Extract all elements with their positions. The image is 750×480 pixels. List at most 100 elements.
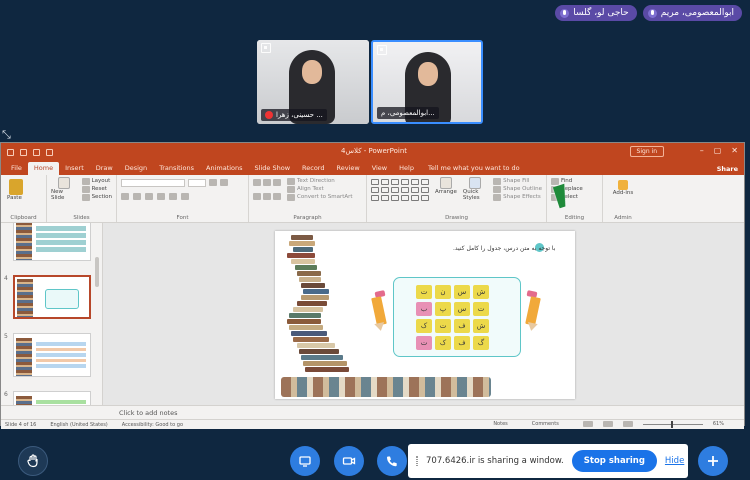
hide-link[interactable]: Hide	[665, 456, 684, 466]
font-size-field[interactable]	[188, 179, 206, 187]
participant-chip[interactable]: ابوالمعصومی، مریم	[642, 5, 742, 21]
shape-effects-button[interactable]: Shape Effects	[493, 193, 542, 201]
thumbnail-row[interactable]: 6	[1, 391, 101, 405]
thumbnail-row[interactable]: 3	[1, 223, 101, 261]
zoom-level[interactable]: 61%	[713, 421, 724, 427]
redo-icon[interactable]	[33, 148, 40, 156]
new-slide-label[interactable]: New Slide	[51, 189, 78, 201]
tab-file[interactable]: File	[5, 162, 28, 175]
mic-icon	[647, 8, 657, 18]
slide-thumbnail[interactable]	[13, 333, 91, 377]
highlight-icon[interactable]	[181, 193, 189, 200]
tab-help[interactable]: Help	[393, 162, 420, 175]
reset-button[interactable]: Reset	[81, 185, 112, 193]
paste-icon[interactable]	[9, 179, 23, 195]
font-name-field[interactable]	[121, 179, 185, 187]
raise-hand-button[interactable]	[18, 446, 48, 476]
zoom-slider[interactable]	[642, 420, 703, 428]
language-status[interactable]: English (United States)	[50, 422, 107, 428]
section-button[interactable]: Section	[81, 193, 112, 201]
underline-icon[interactable]	[145, 193, 153, 200]
slides-group: New Slide Layout Reset Section Slides	[47, 175, 117, 222]
numbering-icon[interactable]	[263, 179, 271, 186]
font-color-icon[interactable]	[169, 193, 177, 200]
tab-view[interactable]: View	[366, 162, 393, 175]
addins-label[interactable]: Add-ins	[607, 190, 639, 196]
text-direction-button[interactable]: Text Direction	[287, 177, 353, 185]
pencil-right-icon	[525, 289, 541, 332]
shapes-gallery[interactable]	[371, 177, 429, 201]
bullets-icon[interactable]	[253, 179, 261, 186]
shape-outline-button[interactable]: Shape Outline	[493, 185, 542, 193]
tab-slide-show[interactable]: Slide Show	[249, 162, 296, 175]
slide-thumbnail-selected[interactable]	[13, 275, 91, 319]
grow-font-icon[interactable]	[209, 179, 217, 186]
phone-icon	[387, 456, 397, 467]
tab-transitions[interactable]: Transitions	[153, 162, 200, 175]
camera-button[interactable]	[334, 446, 364, 476]
thumbnail-row-selected[interactable]: 4	[1, 275, 101, 319]
slide-thumbnail[interactable]	[13, 223, 91, 261]
addins-icon[interactable]	[618, 180, 628, 190]
video-tile[interactable]: حسینی، زهرا ...	[257, 40, 369, 124]
tell-me-search[interactable]: Tell me what you want to do	[420, 162, 528, 175]
save-icon[interactable]	[7, 148, 14, 156]
stop-sharing-button[interactable]: Stop sharing	[571, 450, 657, 472]
tab-insert[interactable]: Insert	[59, 162, 90, 175]
tab-design[interactable]: Design	[119, 162, 153, 175]
table-cell: ف	[454, 336, 470, 350]
sign-in-button[interactable]: Sign in	[629, 146, 664, 157]
tab-record[interactable]: Record	[296, 162, 330, 175]
notes-button[interactable]: Notes	[493, 421, 507, 427]
drag-handle-icon[interactable]	[416, 456, 418, 466]
more-options-button[interactable]	[698, 446, 728, 476]
notes-pane[interactable]: Click to add notes	[1, 405, 744, 419]
sorter-view-icon[interactable]	[602, 421, 613, 427]
quick-styles-label[interactable]: Quick Styles	[463, 189, 487, 201]
layout-button[interactable]: Layout	[81, 177, 112, 185]
share-button[interactable]: Share	[717, 165, 738, 173]
participant-chip[interactable]: حاجی لو، گلسا	[555, 5, 637, 21]
align-text-button[interactable]: Align Text	[287, 185, 353, 193]
new-slide-icon[interactable]	[58, 177, 71, 189]
shrink-font-icon[interactable]	[220, 179, 228, 186]
arrange-label[interactable]: Arrange	[435, 189, 457, 195]
expand-icon[interactable]	[377, 45, 387, 55]
customize-icon[interactable]	[46, 148, 53, 156]
current-slide[interactable]: با توجه به متن درس، جدول را کامل کنید. ت…	[275, 231, 575, 399]
paste-label[interactable]: Paste	[5, 195, 42, 201]
align-left-icon[interactable]	[253, 193, 261, 200]
thumbnail-scrollbar[interactable]	[95, 249, 100, 399]
close-icon[interactable]: ✕	[731, 146, 738, 155]
video-tile-active[interactable]: ابوالمعصومی، م...	[371, 40, 483, 124]
maximize-icon[interactable]: ▢	[714, 146, 722, 155]
fullscreen-icon[interactable]: ⤡	[2, 128, 11, 142]
normal-view-icon[interactable]	[582, 421, 593, 427]
accessibility-status[interactable]: Accessibility: Good to go	[122, 422, 183, 428]
thumbnail-row[interactable]: 5	[1, 333, 101, 377]
tab-animations[interactable]: Animations	[200, 162, 249, 175]
find-button[interactable]: Find	[551, 177, 598, 185]
tab-review[interactable]: Review	[330, 162, 365, 175]
bold-icon[interactable]	[121, 193, 129, 200]
slide-thumbnail[interactable]	[13, 391, 91, 405]
minimize-icon[interactable]: –	[700, 146, 704, 155]
align-right-icon[interactable]	[273, 193, 281, 200]
tab-home[interactable]: Home	[27, 162, 60, 175]
indent-icon[interactable]	[273, 179, 281, 186]
quick-styles-icon[interactable]	[469, 177, 482, 189]
comments-button[interactable]: Comments	[532, 421, 559, 427]
strikethrough-icon[interactable]	[157, 193, 165, 200]
slide-instruction: با توجه به متن درس، جدول را کامل کنید.	[453, 245, 556, 252]
undo-icon[interactable]	[20, 148, 27, 156]
microphone-button[interactable]	[377, 446, 407, 476]
align-center-icon[interactable]	[263, 193, 271, 200]
share-screen-button[interactable]	[290, 446, 320, 476]
expand-icon[interactable]	[261, 43, 271, 53]
reading-view-icon[interactable]	[622, 421, 633, 427]
convert-smartart-button[interactable]: Convert to SmartArt	[287, 193, 353, 201]
shape-fill-button[interactable]: Shape Fill	[493, 177, 542, 185]
arrange-icon[interactable]	[439, 177, 452, 189]
tab-draw[interactable]: Draw	[90, 162, 119, 175]
italic-icon[interactable]	[133, 193, 141, 200]
